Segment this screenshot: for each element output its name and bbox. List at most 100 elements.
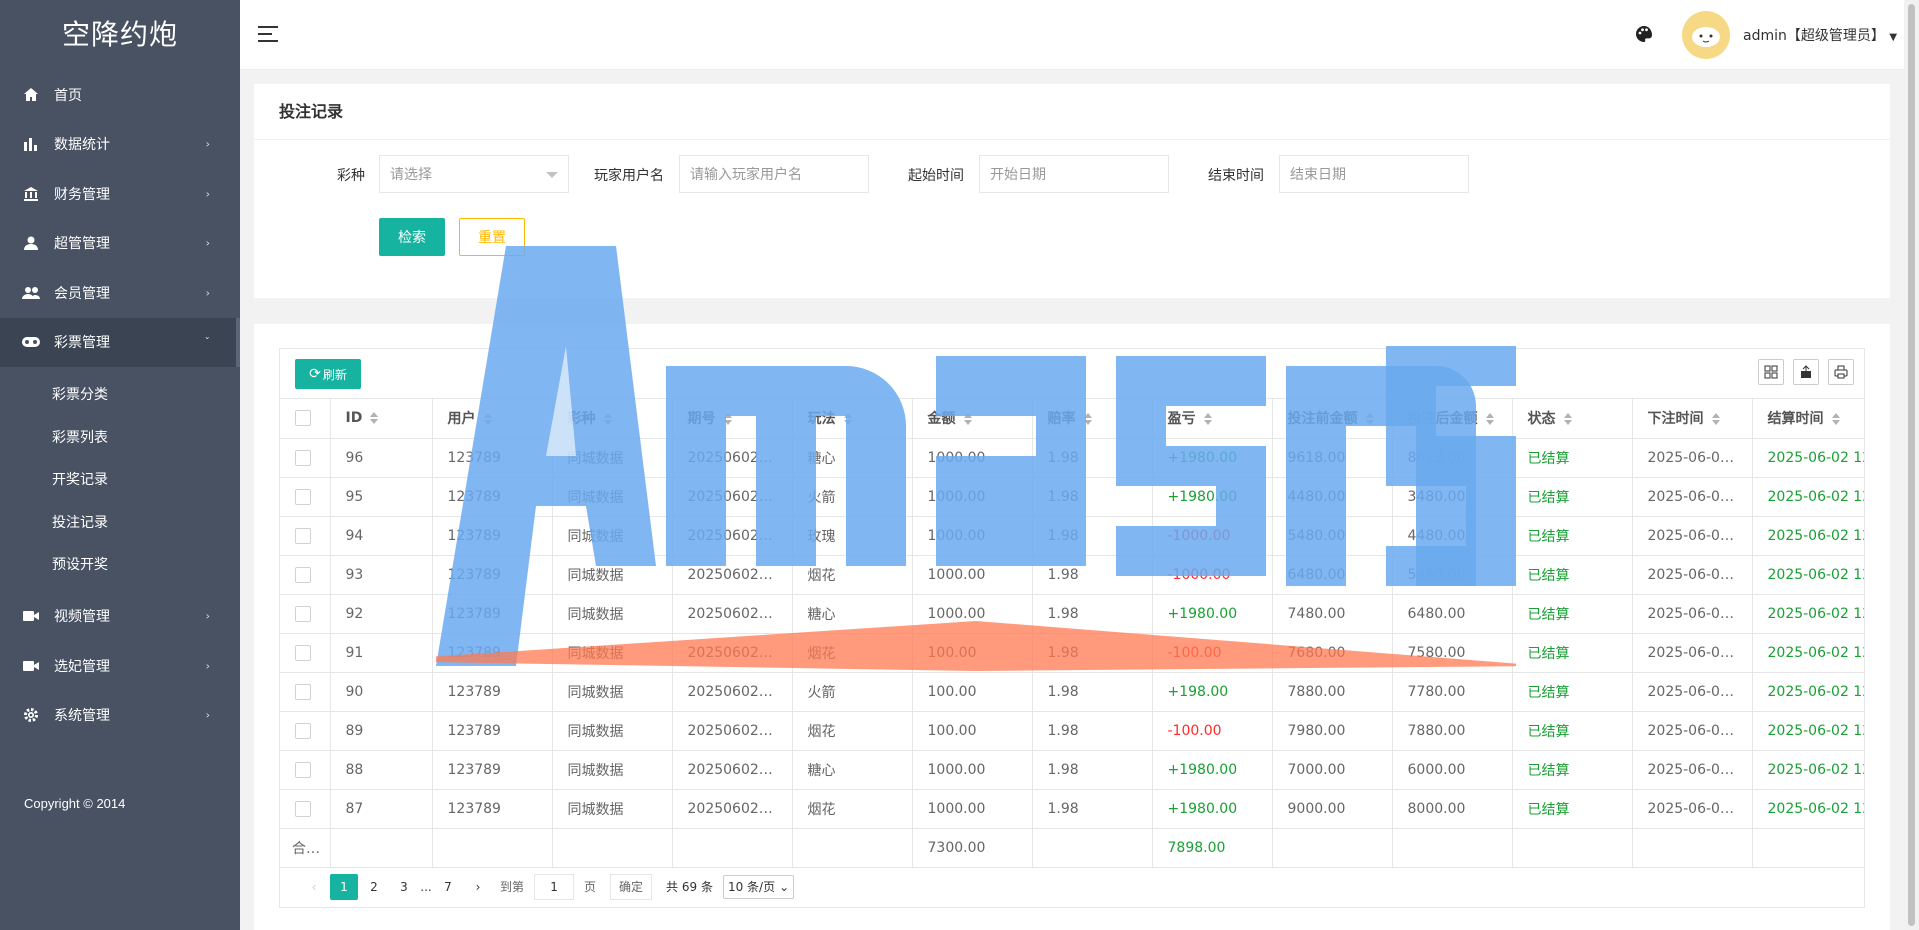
column-header-label: 盈亏: [1167, 411, 1196, 428]
row-checkbox[interactable]: [295, 683, 311, 700]
sidebar-item-bottom-2[interactable]: 系统管理 ›: [0, 691, 240, 741]
column-header[interactable]: 结算时间: [1752, 399, 1864, 439]
refresh-button[interactable]: ⟳ 刷新: [295, 359, 361, 389]
sidebar-item-top-3[interactable]: 超管管理 ›: [0, 219, 240, 269]
sidebar-item-bottom-1[interactable]: 选妃管理 ›: [0, 641, 240, 691]
cell-odds: 1.98: [1032, 516, 1153, 556]
sidebar-item-top-1[interactable]: 数据统计 ›: [0, 120, 240, 170]
table-panel: ⟳ 刷新 ID 用户 彩种 期号 玩法 金额 赔率 盈亏 投注前金额 投注后金额 状态 下注时间 结算时间…: [254, 324, 1890, 930]
page-number[interactable]: 1: [330, 873, 358, 900]
end-date-input[interactable]: 结束日期: [1279, 155, 1469, 193]
avatar[interactable]: [1682, 11, 1730, 59]
sort-icon[interactable]: [1365, 413, 1374, 426]
table-row[interactable]: 90 123789 同城数据 2025060231 火箭 100.00 1.98 +198.0…: [280, 672, 1864, 712]
column-header[interactable]: 状态: [1512, 399, 1633, 439]
page-number[interactable]: 7: [434, 874, 462, 900]
table-row[interactable]: 94 123789 同城数据 2025060231 玫瑰 1000.00 1.98 -1000…: [280, 516, 1864, 556]
column-header[interactable]: 用户: [432, 399, 553, 439]
table-row[interactable]: 88 123789 同城数据 2025060231 糖心 1000.00 1.98 +1980…: [280, 750, 1864, 790]
sort-icon[interactable]: [370, 412, 379, 425]
sidebar-subitem-4[interactable]: 预设开奖: [0, 543, 240, 586]
goto-confirm-button[interactable]: 确定: [610, 873, 653, 900]
sort-icon[interactable]: [1485, 413, 1494, 426]
table-row[interactable]: 96 123789 同城数据 2025060231 糖心 1000.00 1.98 +1980…: [280, 438, 1864, 478]
column-header[interactable]: 盈亏: [1152, 399, 1273, 439]
cell-id: 96: [330, 438, 433, 478]
search-button[interactable]: 检索: [379, 218, 445, 256]
sidebar-item-top-0[interactable]: 首页: [0, 70, 240, 120]
app-logo[interactable]: 空降约炮: [0, 0, 240, 70]
goto-page-input[interactable]: 1: [534, 873, 575, 900]
sidebar-item-bottom-0[interactable]: 视频管理 ›: [0, 592, 240, 642]
username-input[interactable]: 请输入玩家用户名: [679, 155, 869, 193]
export-icon[interactable]: [1793, 359, 1819, 385]
table-row[interactable]: 93 123789 同城数据 2025060231 烟花 1000.00 1.98 -1000…: [280, 555, 1864, 595]
next-page-icon[interactable]: ›: [464, 874, 492, 900]
prev-page-icon[interactable]: ‹: [300, 874, 328, 900]
sort-icon[interactable]: [1203, 413, 1212, 426]
sidebar-subitem-1[interactable]: 彩票列表: [0, 416, 240, 459]
sidebar-item-top-5[interactable]: 彩票管理 ˇ: [0, 317, 240, 367]
sidebar-subitem-2[interactable]: 开奖记录: [0, 458, 240, 501]
cell-play: 烟花: [792, 555, 913, 595]
column-header[interactable]: 投注后金额: [1392, 399, 1513, 439]
page-scrollbar[interactable]: [1904, 0, 1919, 930]
column-header[interactable]: 下注时间: [1632, 399, 1753, 439]
sort-icon[interactable]: [843, 413, 852, 426]
row-checkbox[interactable]: [295, 800, 311, 817]
menu-toggle-icon[interactable]: [258, 26, 278, 42]
sort-icon[interactable]: [1083, 413, 1092, 426]
column-header[interactable]: 金额: [912, 399, 1033, 439]
row-checkbox[interactable]: [295, 761, 311, 778]
page-size-select[interactable]: 10 条/页 ⌄: [722, 874, 795, 899]
columns-filter-icon[interactable]: [1758, 359, 1784, 385]
table-row[interactable]: 87 123789 同城数据 2025060231 烟花 1000.00 1.98 +1980…: [280, 789, 1864, 829]
page-size-value: 10 条/页: [727, 880, 776, 894]
sidebar-item-top-4[interactable]: 会员管理 ›: [0, 268, 240, 318]
column-header[interactable]: 投注前金额: [1272, 399, 1393, 439]
sort-icon[interactable]: [1831, 413, 1840, 426]
select-all-checkbox[interactable]: [295, 410, 311, 427]
user-menu[interactable]: admin【超级管理员】 ▼: [1743, 25, 1897, 45]
sort-icon[interactable]: [483, 413, 492, 426]
table-row[interactable]: 95 123789 同城数据 2025060231 火箭 1000.00 1.98 +1980…: [280, 477, 1864, 517]
cell-after: 4480.00: [1392, 516, 1513, 556]
column-header[interactable]: ID: [330, 399, 433, 439]
row-checkbox[interactable]: [295, 605, 311, 622]
cell-bet-time: 2025-06-02 12:00:00: [1632, 633, 1753, 673]
page-number[interactable]: 2: [360, 874, 388, 900]
row-checkbox[interactable]: [295, 488, 311, 505]
table-row[interactable]: 92 123789 同城数据 2025060231 糖心 1000.00 1.98 +1980…: [280, 594, 1864, 634]
print-icon[interactable]: [1828, 359, 1854, 385]
column-header[interactable]: 期号: [672, 399, 793, 439]
sidebar-item-top-2[interactable]: 财务管理 ›: [0, 169, 240, 219]
chevron-right-icon: ›: [205, 659, 210, 673]
theme-palette-icon[interactable]: [1635, 25, 1653, 47]
row-checkbox[interactable]: [295, 449, 311, 466]
column-header[interactable]: 彩种: [552, 399, 673, 439]
start-date-input[interactable]: 开始日期: [979, 155, 1169, 193]
row-checkbox[interactable]: [295, 566, 311, 583]
sidebar-subitem-3[interactable]: 投注记录: [0, 501, 240, 544]
reset-button[interactable]: 重置: [459, 218, 525, 256]
table-row[interactable]: 89 123789 同城数据 2025060231 烟花 100.00 1.98 -100.0…: [280, 711, 1864, 751]
row-checkbox[interactable]: [295, 527, 311, 544]
row-checkbox[interactable]: [295, 644, 311, 661]
sidebar-subitem-0[interactable]: 彩票分类: [0, 373, 240, 416]
sort-icon[interactable]: [963, 413, 972, 426]
sort-icon[interactable]: [1563, 413, 1572, 426]
gear-icon: [22, 706, 40, 724]
row-select-cell: [280, 477, 331, 517]
cell-lottery: 同城数据: [552, 633, 673, 673]
cell-after: 8618.00: [1392, 438, 1513, 478]
sort-icon[interactable]: [723, 413, 732, 426]
column-header[interactable]: 赔率: [1032, 399, 1153, 439]
row-checkbox[interactable]: [295, 722, 311, 739]
page-number[interactable]: 3: [390, 874, 418, 900]
lottery-select[interactable]: 请选择: [379, 155, 569, 193]
sort-icon[interactable]: [1711, 413, 1720, 426]
table-row[interactable]: 91 123789 同城数据 2025060231 烟花 100.00 1.98 -100.0…: [280, 633, 1864, 673]
cell-user: 123789: [432, 594, 553, 634]
column-header[interactable]: 玩法: [792, 399, 913, 439]
sort-icon[interactable]: [603, 413, 612, 426]
